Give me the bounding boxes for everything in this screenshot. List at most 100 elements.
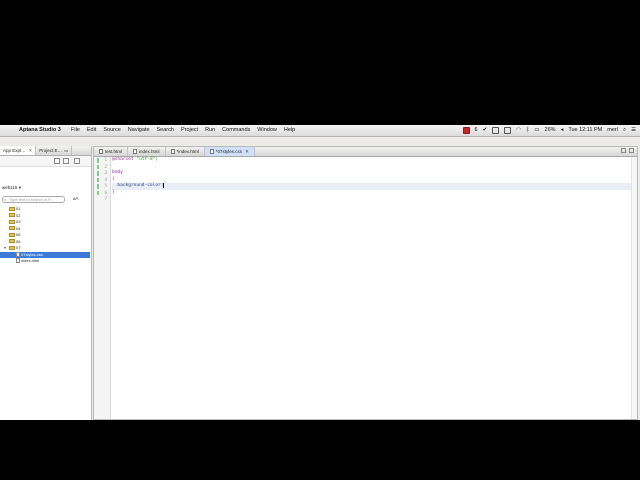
- open-brace: {: [112, 176, 115, 182]
- tree-label: 07styles.css: [21, 251, 43, 257]
- case-toggle[interactable]: aA: [73, 196, 79, 201]
- folder-icon: [9, 206, 15, 211]
- tab-label: App Expl…: [3, 148, 26, 153]
- tab-app-explorer[interactable]: App Expl… ✕: [0, 146, 37, 155]
- checkmark-icon[interactable]: ✔: [483, 125, 488, 136]
- menu-window[interactable]: Window: [257, 125, 277, 136]
- semicolon: ;: [155, 157, 159, 162]
- change-marker: [97, 158, 99, 163]
- minimize-icon[interactable]: [621, 148, 626, 153]
- close-icon[interactable]: ✕: [245, 149, 249, 154]
- tab-index-html-modified[interactable]: *index.html: [166, 147, 205, 156]
- menu-project[interactable]: Project: [181, 125, 198, 136]
- html-file-icon: [170, 149, 175, 155]
- tab-label: *index.html: [176, 149, 199, 154]
- minimize-icon[interactable]: ▭: [64, 148, 68, 153]
- record-icon[interactable]: [462, 127, 470, 134]
- collapse-icon[interactable]: [54, 158, 60, 164]
- list-icon[interactable]: ☰: [631, 125, 636, 136]
- volume-icon[interactable]: ◂: [561, 125, 564, 136]
- project-name: web115: [2, 185, 18, 190]
- mac-menubar: Aptana Studio 3 File Edit Source Navigat…: [0, 125, 640, 137]
- line-number-text: 5: [104, 183, 107, 188]
- tree-label: index.html: [21, 258, 40, 263]
- menu-icon[interactable]: [74, 158, 80, 164]
- menu-commands[interactable]: Commands: [222, 125, 250, 136]
- line-number-gutter: 1 2 3 4 5 6 7: [94, 157, 111, 419]
- tree-label: 07: [16, 245, 21, 250]
- menu-run[interactable]: Run: [205, 125, 215, 136]
- chevron-down-icon: ▾: [18, 185, 21, 190]
- search-icon[interactable]: ⌕: [623, 125, 626, 136]
- tree-item-index[interactable]: index.html: [0, 258, 90, 265]
- tree-label: 05: [16, 232, 21, 237]
- search-input[interactable]: ⌕ Type text to search in P...: [2, 196, 65, 203]
- tab-label: index.html: [139, 149, 160, 154]
- tab-label: Project E…: [39, 148, 63, 153]
- change-marker: [97, 184, 99, 189]
- folder-icon: [9, 232, 15, 237]
- tree-label: 04: [16, 225, 21, 231]
- change-marker: [97, 164, 99, 169]
- tab-test-html[interactable]: test.html: [94, 147, 129, 156]
- css-selector: body: [112, 170, 123, 175]
- maximize-icon[interactable]: [629, 148, 634, 153]
- folder-icon: [9, 219, 15, 224]
- screen-icon[interactable]: [504, 127, 512, 134]
- menu-navigate[interactable]: Navigate: [128, 125, 150, 136]
- line-number-text: 1: [104, 157, 107, 162]
- menu-file[interactable]: File: [71, 125, 80, 136]
- menu-list: File Edit Source Navigate Search Project…: [71, 125, 295, 136]
- folder-icon: [9, 226, 15, 231]
- left-panel-tabs: App Expl… ✕ Project E… ▭: [0, 146, 91, 156]
- text-cursor: [163, 183, 165, 188]
- tab-label: *07styles.css: [215, 149, 243, 154]
- wifi-icon[interactable]: ◠: [516, 125, 521, 136]
- search-placeholder: Type text to search in P...: [9, 197, 54, 202]
- project-selector[interactable]: web115 ▾: [2, 185, 21, 191]
- editor-tabs: test.html index.html *index.html *07styl…: [94, 147, 637, 157]
- line-number-text: 2: [104, 163, 107, 169]
- close-icon[interactable]: ✕: [29, 148, 33, 153]
- tree-label: 06: [16, 238, 21, 244]
- link-icon[interactable]: [63, 158, 69, 164]
- tree-label: 01: [16, 206, 21, 211]
- line-number-text: 7: [104, 196, 107, 201]
- left-panel: App Expl… ✕ Project E… ▭ web115 ▾ ⌕ Type t…: [0, 146, 92, 420]
- tree-label: 02: [16, 212, 21, 218]
- battery-label: 26%: [544, 127, 556, 133]
- line-number-text: 6: [104, 189, 107, 195]
- string-value: "utf-8": [136, 157, 156, 162]
- html-file-icon: [133, 149, 138, 155]
- status-area: 6 ✔ ◠ ᛒ ▭ 26% ◂ Tue 12:11 PM merl ⌕ ☰: [462, 125, 636, 136]
- tree-label: 03: [16, 219, 21, 224]
- user-menu[interactable]: merl: [607, 125, 618, 136]
- tab-index-html[interactable]: index.html: [128, 147, 166, 156]
- menu-source[interactable]: Source: [103, 125, 120, 136]
- change-marker: [97, 190, 99, 195]
- tab-project-explorer[interactable]: Project E… ▭: [36, 146, 73, 155]
- folder-icon: [9, 213, 15, 218]
- menu-help[interactable]: Help: [284, 125, 295, 136]
- code-area[interactable]: @charset "utf-8"; body { background-colo…: [112, 157, 631, 203]
- line-number-text: 3: [104, 170, 107, 175]
- at-rule: @charset: [112, 157, 134, 162]
- editor-window-controls: [621, 148, 634, 153]
- bluetooth-icon[interactable]: ᛒ: [526, 125, 529, 136]
- change-marker: [97, 171, 99, 176]
- display-icon[interactable]: [492, 127, 500, 134]
- html-file-icon: [99, 149, 103, 155]
- folder-icon: [9, 239, 15, 244]
- clock[interactable]: Tue 12:11 PM: [568, 125, 602, 136]
- code-line-7[interactable]: [112, 196, 631, 203]
- menu-edit[interactable]: Edit: [87, 125, 96, 136]
- menu-search[interactable]: Search: [157, 125, 174, 136]
- css-property: background-color:: [117, 183, 164, 188]
- search-icon: ⌕: [4, 197, 7, 202]
- vertical-scrollbar[interactable]: [631, 157, 637, 419]
- battery-icon[interactable]: ▭: [534, 125, 539, 136]
- css-file-icon: [16, 251, 20, 257]
- tab-07styles-css[interactable]: *07styles.css ✕: [204, 147, 255, 156]
- close-brace: }: [112, 189, 115, 195]
- app-name-menu[interactable]: Aptana Studio 3: [19, 125, 61, 136]
